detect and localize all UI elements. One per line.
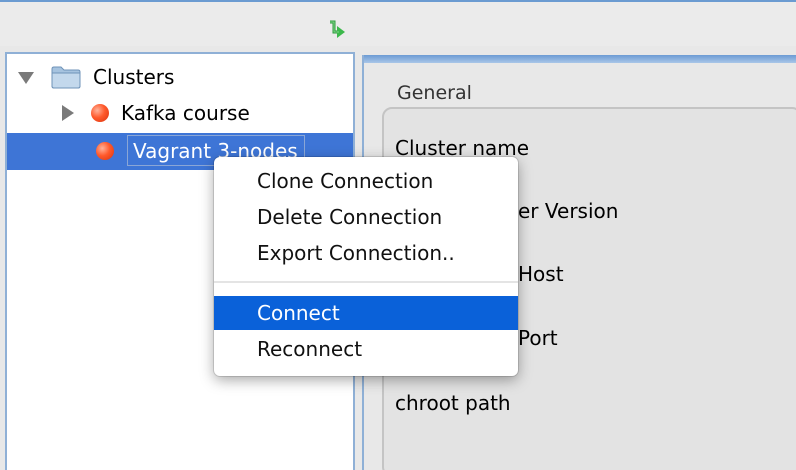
- folder-icon: [51, 65, 81, 89]
- menu-item-clone-connection[interactable]: Clone Connection: [214, 164, 518, 198]
- expand-down-icon[interactable]: [17, 68, 35, 86]
- tree-root-clusters[interactable]: Clusters: [17, 59, 174, 95]
- menu-item-connect[interactable]: Connect: [214, 296, 518, 330]
- expand-right-icon[interactable]: [59, 104, 77, 122]
- tree-item-label: Kafka course: [121, 101, 250, 125]
- menu-item-delete-connection[interactable]: Delete Connection: [214, 200, 518, 234]
- toolbar: [0, 0, 796, 46]
- app-window: Clusters Kafka course Vagrant 3-nodes Ge…: [0, 0, 796, 470]
- host-label: Host: [518, 262, 564, 286]
- tree-root-label: Clusters: [93, 65, 175, 89]
- port-label: Port: [518, 326, 558, 350]
- red-status-dot-icon: [96, 142, 114, 160]
- version-label: er Version: [518, 199, 619, 223]
- context-menu: Clone Connection Delete Connection Expor…: [214, 157, 518, 376]
- menu-separator: [214, 281, 518, 283]
- menu-item-reconnect[interactable]: Reconnect: [214, 332, 518, 366]
- tree-item-kafka-course[interactable]: Kafka course: [59, 95, 250, 131]
- chroot-path-label: chroot path: [395, 391, 511, 415]
- menu-item-export-connection[interactable]: Export Connection..: [214, 236, 518, 270]
- red-status-dot-icon: [91, 104, 109, 122]
- general-group-title: General: [395, 82, 474, 104]
- green-down-arrow-icon[interactable]: [324, 20, 348, 46]
